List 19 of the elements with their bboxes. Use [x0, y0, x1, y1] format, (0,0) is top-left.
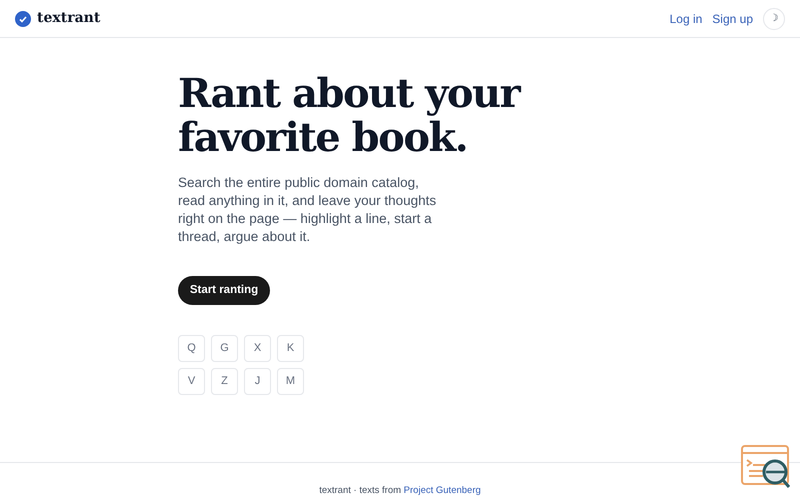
letter-key[interactable]: V	[178, 368, 205, 395]
letter-key[interactable]: G	[211, 335, 238, 362]
letter-key[interactable]: X	[244, 335, 271, 362]
letter-key[interactable]: J	[244, 368, 271, 395]
login-link[interactable]: Log in	[670, 10, 702, 28]
letter-key[interactable]: Z	[211, 368, 238, 395]
theme-toggle-button[interactable]: ☽	[763, 8, 785, 30]
hero-description: Search the entire public domain catalog, read anything in it, and leave your thoughts right on the page — highlight a line, start a thread, argue about it.	[178, 174, 438, 246]
hero-title: Rant about your favorite book.	[178, 72, 522, 160]
letter-key[interactable]: M	[277, 368, 304, 395]
gutenberg-link[interactable]: Project Gutenberg	[404, 484, 481, 496]
start-ranting-button[interactable]: Start ranting	[178, 276, 270, 305]
letter-key[interactable]: Q	[178, 335, 205, 362]
code-search-icon[interactable]	[741, 445, 791, 489]
footer-text: textrant · texts from Project Gutenberg	[319, 484, 481, 498]
signup-link[interactable]: Sign up	[712, 10, 753, 28]
letter-key[interactable]: K	[277, 335, 304, 362]
logo-text[interactable]: textrant	[37, 8, 100, 29]
check-logo-icon	[15, 10, 31, 26]
